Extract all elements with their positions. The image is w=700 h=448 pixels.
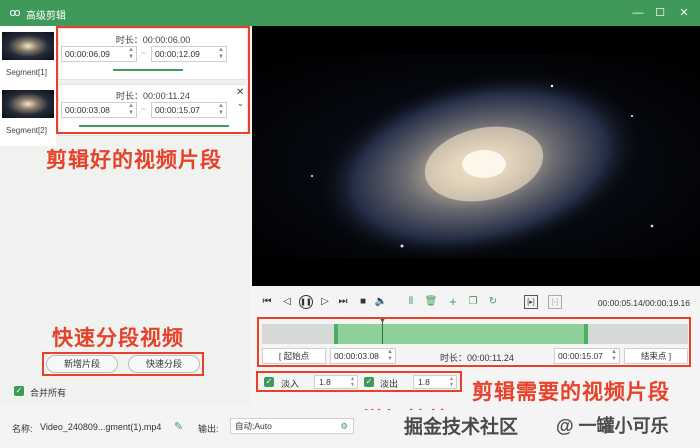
add-icon[interactable]: + bbox=[446, 295, 460, 309]
annotation-box-segments bbox=[56, 26, 250, 134]
segment-thumbnail-list: Segment[1] Segment[2] bbox=[0, 26, 56, 146]
segment-label-1: Segment[1] bbox=[6, 68, 47, 77]
settings-icon[interactable]: ⚙ bbox=[340, 419, 348, 433]
stop-icon[interactable]: ■ bbox=[356, 295, 370, 309]
split-icon[interactable]: ⫴ bbox=[404, 295, 418, 309]
fade-in-label: 淡入 bbox=[281, 379, 300, 389]
annotation-split: 快速分段视频 bbox=[52, 327, 184, 350]
app-logo-icon: ꝏ bbox=[9, 7, 21, 19]
maximize-icon[interactable]: ☐ bbox=[652, 5, 668, 21]
annotation-segments: 剪辑好的视频片段 bbox=[46, 149, 222, 172]
segment-thumbnail-1[interactable] bbox=[2, 32, 54, 60]
volume-icon[interactable]: 🔈 bbox=[374, 295, 388, 309]
step-forward-icon[interactable]: ▷ bbox=[318, 295, 332, 309]
jump-in-icon[interactable]: [▸] bbox=[524, 295, 538, 309]
fade-out-input[interactable]: 1.8 ▲ ▼ bbox=[413, 375, 457, 389]
title-bar: ꝏ 高级剪辑 — ☐ ✕ bbox=[0, 0, 700, 26]
name-label: 名称: bbox=[12, 424, 33, 434]
set-start-button[interactable]: [ 起始点 bbox=[262, 348, 326, 364]
fade-out-checkbox[interactable]: ✓ bbox=[364, 377, 374, 387]
playback-timecode: 00:00:05.14/00:00:19.16 bbox=[597, 298, 690, 308]
skip-end-icon[interactable]: ⏭ bbox=[336, 295, 350, 309]
clip-range-bar: [ 起始点 00:00:03.08 ▲ ▼ 时长：00:00:11.24 00:00… bbox=[262, 348, 688, 364]
output-label: 输出: bbox=[198, 424, 219, 434]
minimize-icon[interactable]: — bbox=[630, 5, 646, 21]
clip-end-input[interactable]: 00:00:15.07 ▲ ▼ bbox=[554, 348, 620, 364]
video-preview[interactable] bbox=[252, 26, 700, 286]
step-back-icon[interactable]: ◁ bbox=[280, 295, 294, 309]
edit-icon[interactable]: ✎ bbox=[174, 420, 183, 433]
jump-out-icon[interactable]: [▫] bbox=[548, 295, 562, 309]
clip-duration: 时长：00:00:11.24 bbox=[440, 353, 514, 363]
delete-icon[interactable]: 🗑 bbox=[424, 295, 438, 309]
segment-panel: Segment[1] Segment[2] 时长：00:00:06.00 00:… bbox=[0, 26, 250, 406]
add-segment-button[interactable]: 新增片段 bbox=[46, 355, 118, 373]
clip-start-input[interactable]: 00:00:03.08 ▲ ▼ bbox=[330, 348, 396, 364]
fade-out-label: 淡出 bbox=[380, 379, 399, 389]
annotation-clip: 剪辑需要的视频片段 bbox=[472, 381, 670, 404]
set-end-button[interactable]: 结束点 ] bbox=[624, 348, 688, 364]
clip-timeline[interactable]: ▼ bbox=[262, 318, 688, 344]
close-window-icon[interactable]: ✕ bbox=[676, 5, 692, 21]
window-title: 高级剪辑 bbox=[26, 11, 66, 22]
merge-all-label: 合并所有 bbox=[30, 388, 67, 398]
clip-selection-range[interactable] bbox=[334, 324, 588, 344]
reset-icon[interactable]: ↻ bbox=[486, 295, 500, 309]
file-name: Video_240809...gment(1).mp4 bbox=[40, 422, 162, 432]
merge-all-checkbox[interactable]: ✓ bbox=[14, 386, 24, 396]
watermark-left: 掘金技术社区 bbox=[404, 417, 519, 438]
skip-start-icon[interactable]: ⏮ bbox=[260, 295, 274, 309]
copy-icon[interactable]: ❐ bbox=[466, 295, 480, 309]
segment-label-2: Segment[2] bbox=[6, 126, 47, 135]
fade-in-checkbox[interactable]: ✓ bbox=[264, 377, 274, 387]
segment-thumbnail-2[interactable] bbox=[2, 90, 54, 118]
quick-split-button[interactable]: 快速分段 bbox=[128, 355, 200, 373]
fade-in-input[interactable]: 1.8 ▲ ▼ bbox=[314, 375, 358, 389]
output-select[interactable]: 自动;Auto ⚙ bbox=[230, 418, 354, 434]
playhead[interactable] bbox=[382, 320, 383, 344]
watermark-right: @ 一罐小可乐 bbox=[556, 416, 669, 436]
player-controls: ⏮ ◁ ❚❚ ▷ ⏭ ■ 🔈 ⫴ 🗑 + ❐ ↻ [▸] [▫] 00:00:0… bbox=[252, 292, 700, 314]
pause-icon[interactable]: ❚❚ bbox=[299, 295, 313, 309]
galaxy-image bbox=[252, 54, 700, 263]
